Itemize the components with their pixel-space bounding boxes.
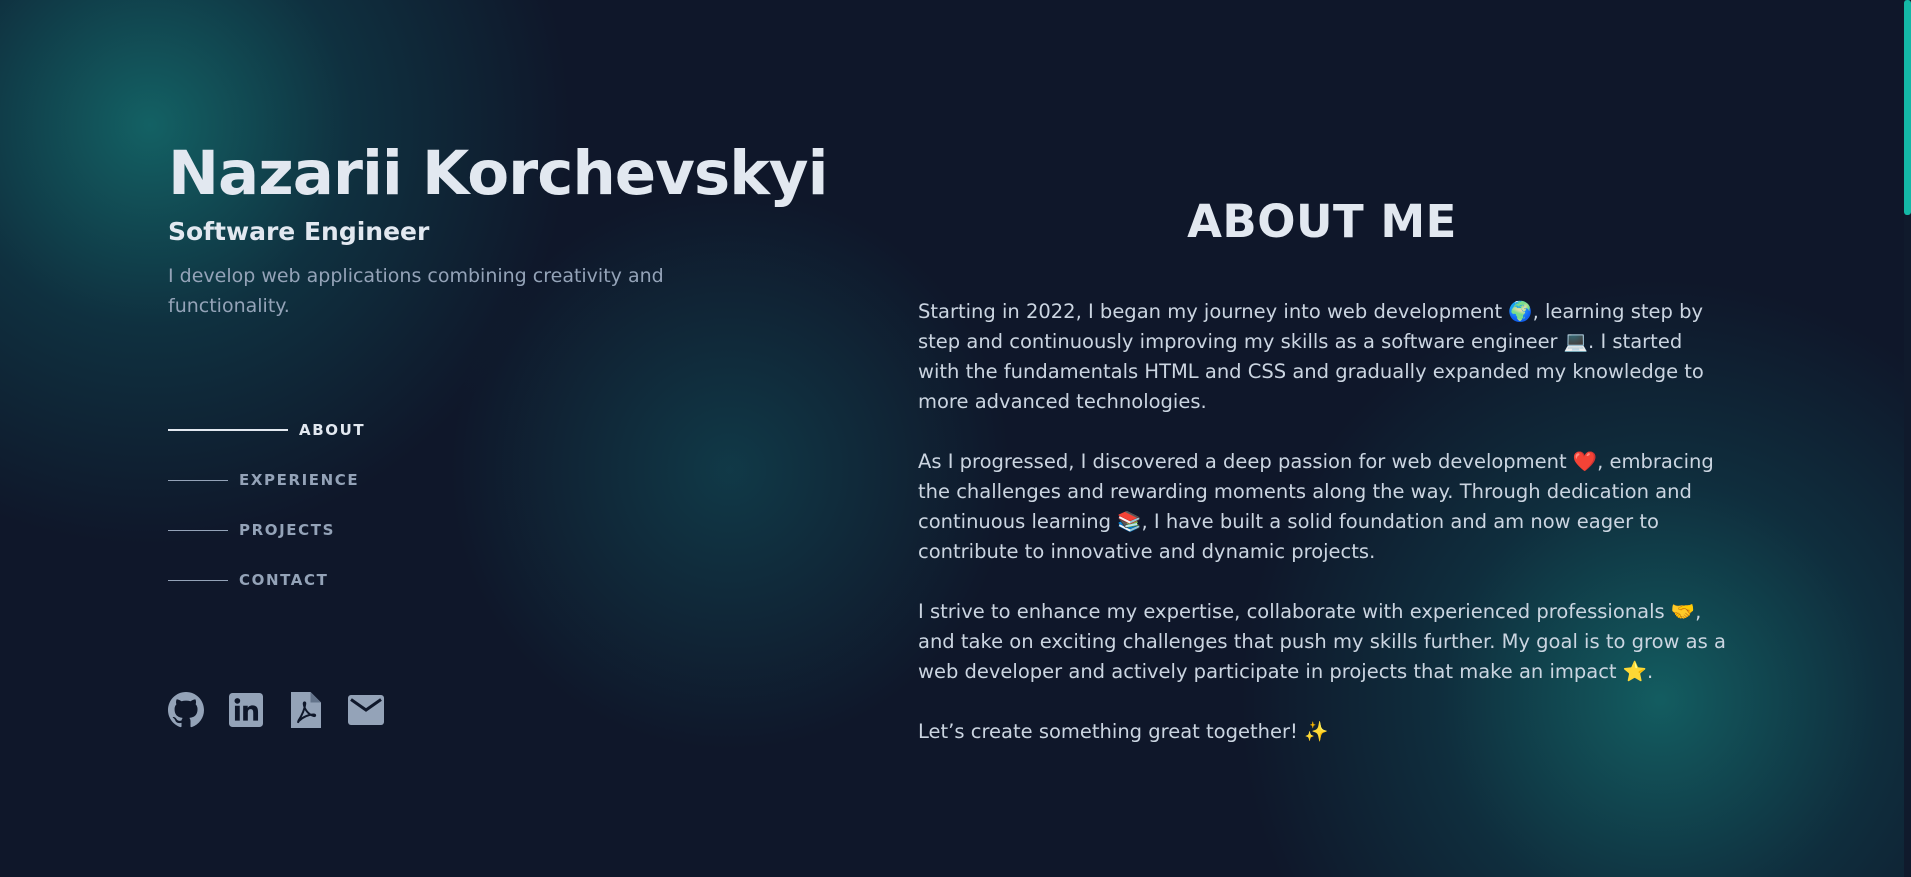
nav-item-experience[interactable]: EXPERIENCE [168, 468, 365, 492]
profile-role: Software Engineer [168, 217, 430, 246]
github-icon [168, 692, 204, 728]
about-paragraph: Starting in 2022, I began my journey int… [918, 300, 1704, 413]
nav-indicator-line [168, 529, 228, 531]
about-content: Starting in 2022, I began my journey int… [918, 297, 1726, 777]
about-paragraph: As I progressed, I discovered a deep pas… [918, 450, 1714, 563]
nav-item-label: EXPERIENCE [239, 471, 360, 489]
nav-item-projects[interactable]: PROJECTS [168, 518, 365, 542]
about-heading: ABOUT ME [1187, 195, 1457, 248]
email-icon [348, 695, 384, 725]
nav-item-contact[interactable]: CONTACT [168, 568, 365, 592]
nav-indicator-line [168, 479, 228, 481]
email-link[interactable] [348, 692, 384, 728]
linkedin-icon [229, 693, 263, 727]
nav-item-label: PROJECTS [239, 521, 335, 539]
section-nav: ABOUT EXPERIENCE PROJECTS CONTACT [168, 418, 365, 618]
nav-item-label: ABOUT [299, 421, 366, 439]
profile-tagline: I develop web applications combining cre… [168, 265, 664, 317]
social-links [168, 692, 384, 728]
linkedin-link[interactable] [228, 692, 264, 728]
about-paragraph: I strive to enhance my expertise, collab… [918, 600, 1726, 683]
nav-indicator-line [168, 429, 288, 431]
pdf-resume-icon [291, 692, 321, 728]
profile-name: Nazarii Korchevskyi [168, 138, 828, 209]
scrollbar[interactable] [1904, 0, 1911, 877]
page: Nazarii Korchevskyi Software Engineer I … [0, 0, 1911, 877]
resume-pdf-link[interactable] [288, 692, 324, 728]
scrollbar-thumb[interactable] [1904, 0, 1911, 215]
nav-indicator-line [168, 579, 228, 581]
nav-item-about[interactable]: ABOUT [168, 418, 365, 442]
github-link[interactable] [168, 692, 204, 728]
nav-item-label: CONTACT [239, 571, 329, 589]
about-paragraph: Let’s create something great together! ✨ [918, 720, 1329, 743]
